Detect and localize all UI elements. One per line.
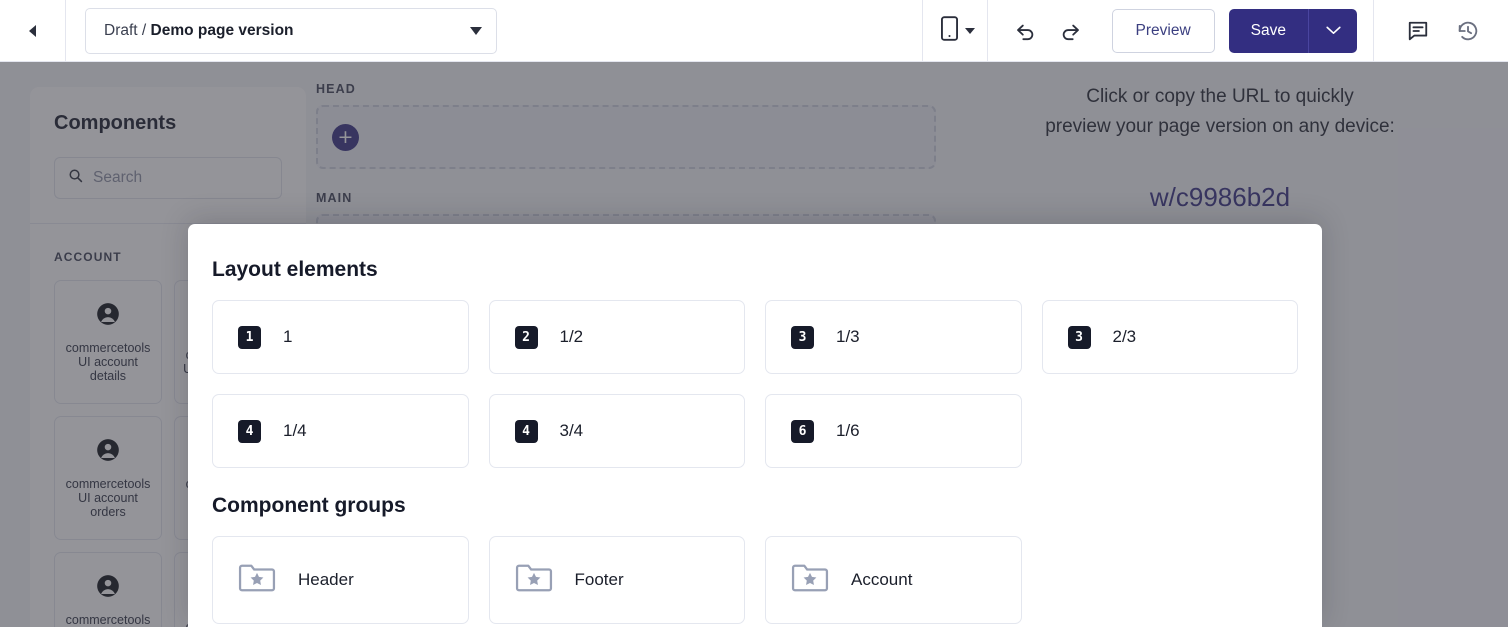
folder-star-icon [791, 562, 829, 599]
save-button[interactable]: Save [1228, 8, 1309, 53]
redo-button[interactable] [1048, 9, 1092, 53]
column-count-badge: 4 [514, 419, 538, 443]
column-count-badge: 3 [791, 325, 814, 349]
component-group-card[interactable]: Account [765, 536, 1022, 624]
column-count-badge: 4 [238, 419, 261, 443]
comments-button[interactable] [1396, 9, 1440, 53]
device-preview-selector[interactable] [923, 15, 987, 46]
layout-element-card[interactable]: 1 1 [212, 300, 469, 374]
back-button[interactable] [0, 0, 66, 62]
layout-element-label: 1/6 [836, 421, 860, 440]
folder-star-icon [238, 562, 276, 599]
column-count-badge: 1 [238, 325, 261, 349]
layout-element-card[interactable]: 2 1/2 [488, 300, 745, 374]
page-version-select[interactable]: Draft / Demo page version [85, 7, 497, 54]
editor-toolbar: Draft / Demo page version Preview Save [0, 0, 1508, 62]
save-button-group: Save [1228, 8, 1357, 53]
component-groups-heading: Component groups [212, 494, 406, 517]
component-groups-row: Header Footer Account [212, 536, 1298, 624]
folder-star-icon [515, 562, 553, 599]
layout-elements-row-1: 1 1 2 1/2 3 1/3 3 2/3 [212, 300, 1298, 374]
component-group-label: Header [298, 570, 354, 589]
layout-element-card[interactable]: 4 3/4 [488, 394, 745, 468]
layout-element-label: 3/4 [559, 421, 584, 440]
undo-button[interactable] [1004, 9, 1048, 53]
chevron-down-icon [964, 27, 975, 34]
chevron-down-icon [470, 26, 482, 35]
layout-element-card[interactable]: 4 1/4 [212, 394, 469, 468]
component-group-card[interactable]: Header [212, 536, 469, 624]
preview-button[interactable]: Preview [1111, 8, 1215, 53]
layout-elements-heading: Layout elements [212, 258, 378, 281]
layout-element-label: 1 [283, 327, 293, 346]
layout-element-label: 1/4 [283, 421, 307, 440]
layout-element-label: 1/3 [836, 327, 860, 346]
layout-element-card[interactable]: 3 1/3 [765, 300, 1022, 374]
save-options-button[interactable] [1309, 8, 1357, 53]
add-element-modal: Layout elements 1 1 2 1/2 3 1/3 3 2/3 4 [188, 224, 1322, 627]
column-count-badge: 3 [1067, 325, 1091, 349]
component-group-label: Footer [574, 570, 624, 589]
column-count-badge: 6 [791, 419, 814, 443]
layout-element-card[interactable]: 6 1/6 [765, 394, 1022, 468]
component-group-label: Account [851, 570, 913, 589]
page-version-label: Draft / Demo page version [104, 21, 294, 39]
layout-element-label: 2/3 [1112, 327, 1137, 346]
column-count-badge: 2 [514, 325, 538, 349]
component-group-card[interactable]: Footer [488, 536, 745, 624]
version-history-button[interactable] [1446, 9, 1490, 53]
app-root: Components Search ACCOUNT commercetool [0, 0, 1508, 627]
mobile-device-icon [940, 15, 958, 46]
layout-element-card[interactable]: 3 2/3 [1041, 300, 1298, 374]
layout-element-label: 1/2 [559, 327, 584, 346]
layout-elements-row-2: 4 1/4 4 3/4 6 1/6 [212, 394, 1298, 468]
